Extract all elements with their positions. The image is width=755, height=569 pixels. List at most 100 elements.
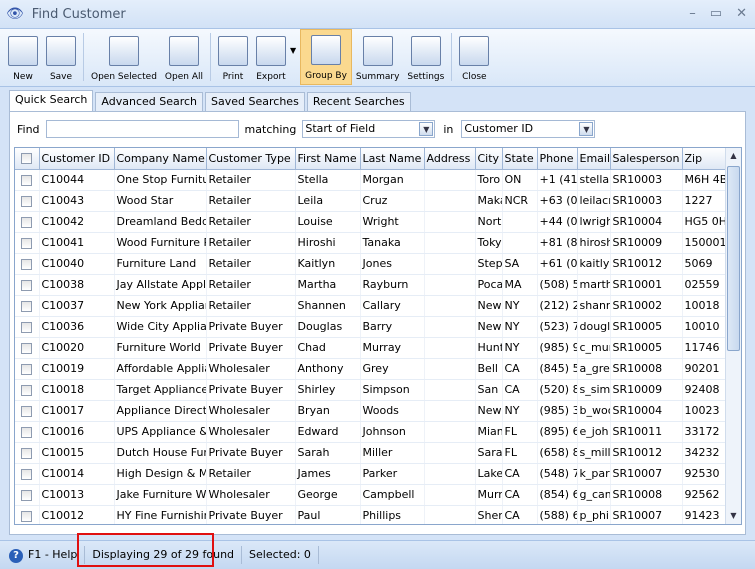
cell-company-name: New York Applianc <box>114 295 207 317</box>
row-checkbox-cell[interactable] <box>15 484 40 506</box>
column-header-salesperson[interactable]: Salesperson <box>610 148 683 170</box>
table-row[interactable]: C10044One Stop FurnitureRetailerStellaMo… <box>15 169 727 191</box>
print-button[interactable]: Print <box>214 29 252 85</box>
table-row[interactable]: C10041 Wood Furniture Pl Retailer Hiroshi Ta… <box>15 232 727 254</box>
table-row[interactable]: C10043Wood StarRetailerLeilaCruz MakaNCR+… <box>15 190 727 212</box>
row-checkbox[interactable] <box>21 468 33 480</box>
tab-advanced-search[interactable]: Advanced Search <box>95 92 204 111</box>
column-header-city[interactable]: City <box>475 148 503 170</box>
cell-first-name: Shirley <box>295 379 361 401</box>
row-checkbox[interactable] <box>21 258 33 270</box>
close-button[interactable]: Close <box>455 29 493 85</box>
row-checkbox-cell[interactable] <box>15 211 40 233</box>
row-checkbox[interactable] <box>21 279 33 291</box>
minimize-button[interactable]: – <box>689 6 696 21</box>
group-by-button[interactable]: Group By <box>300 29 352 85</box>
table-row[interactable]: C10020 Furniture World Private Buyer Chad Mu… <box>15 337 727 359</box>
row-checkbox[interactable] <box>21 510 33 522</box>
table-row[interactable]: C10016UPS Appliance & EWholesalerEdwardJ… <box>15 421 727 443</box>
cell-address <box>424 169 476 191</box>
new-button[interactable]: New <box>4 29 42 85</box>
table-row[interactable]: C10018 Target Appliances Private Buyer Shir… <box>15 379 727 401</box>
find-input[interactable] <box>45 120 239 138</box>
vertical-scrollbar[interactable]: ▲ ▼ <box>725 148 741 524</box>
scroll-down-arrow-icon[interactable]: ▼ <box>726 508 741 524</box>
row-checkbox-cell[interactable] <box>15 253 40 275</box>
cell-email: c_mur <box>577 337 611 359</box>
tab-recent-searches[interactable]: Recent Searches <box>306 92 411 111</box>
select-all-checkbox-cell[interactable] <box>15 148 40 170</box>
tab-quick-search[interactable]: Quick Search <box>9 90 94 111</box>
open-all-button[interactable]: Open All <box>161 29 207 85</box>
table-row[interactable]: C10019 Affordable Appliar Wholesaler Anthon… <box>15 358 727 380</box>
row-checkbox[interactable] <box>21 216 33 228</box>
row-checkbox-cell[interactable] <box>15 442 40 464</box>
row-checkbox[interactable] <box>21 405 33 417</box>
settings-button[interactable]: Settings <box>403 29 448 85</box>
row-checkbox-cell[interactable] <box>15 232 40 254</box>
row-checkbox-cell[interactable] <box>15 274 40 296</box>
column-header-phone[interactable]: Phone <box>537 148 578 170</box>
row-checkbox-cell[interactable] <box>15 379 40 401</box>
table-row[interactable]: C10015 Dutch House Furn Private Buyer Sarah… <box>15 442 727 464</box>
row-checkbox-cell[interactable] <box>15 400 40 422</box>
close-button[interactable]: ✕ <box>736 6 747 21</box>
scroll-thumb[interactable] <box>727 166 740 351</box>
column-header-email[interactable]: Email <box>577 148 611 170</box>
row-checkbox-cell[interactable] <box>15 190 40 212</box>
cell-customer-id: C10018 <box>39 379 115 401</box>
row-checkbox-cell[interactable] <box>15 463 40 485</box>
matching-select[interactable]: Start of Field ▼ <box>302 120 436 138</box>
row-checkbox[interactable] <box>21 426 33 438</box>
column-header-state[interactable]: State <box>502 148 538 170</box>
cell-email: marth <box>577 274 611 296</box>
table-row[interactable]: C10012HY Fine FurnishingPrivate BuyerPau… <box>15 505 727 524</box>
export-button[interactable]: Export <box>252 29 290 85</box>
row-checkbox[interactable] <box>21 321 33 333</box>
cell-customer-id: C10012 <box>39 505 115 524</box>
open-selected-button[interactable]: Open Selected <box>87 29 161 85</box>
row-checkbox[interactable] <box>21 384 33 396</box>
maximize-button[interactable]: ▭ <box>710 6 722 21</box>
row-checkbox-cell[interactable] <box>15 295 40 317</box>
save-button[interactable]: Save <box>42 29 80 85</box>
table-row[interactable]: C10040 Furniture Land Retailer Kaitlyn Jones… <box>15 253 727 275</box>
table-row[interactable]: C10038 Jay Allstate Applia Retailer Martha R… <box>15 274 727 296</box>
table-row[interactable]: C10017Appliance Direct, IWholesalerBryan… <box>15 400 727 422</box>
column-header-first-name[interactable]: First Name <box>295 148 361 170</box>
row-checkbox[interactable] <box>21 363 33 375</box>
row-checkbox-cell[interactable] <box>15 358 40 380</box>
row-checkbox[interactable] <box>21 342 33 354</box>
column-header-customer-id[interactable]: Customer ID <box>39 148 115 170</box>
row-checkbox-cell[interactable] <box>15 337 40 359</box>
table-row[interactable]: C10036 Wide City Applian Private Buyer Doug… <box>15 316 727 338</box>
summary-button[interactable]: Summary <box>352 29 404 85</box>
column-header-zip[interactable]: Zip <box>682 148 727 170</box>
row-checkbox[interactable] <box>21 195 33 207</box>
table-row[interactable]: C10042Dreamland BeddingRetailerLouiseWri… <box>15 211 727 233</box>
row-checkbox[interactable] <box>21 447 33 459</box>
table-row[interactable]: C10037New York AppliancRetailerShannenCa… <box>15 295 727 317</box>
row-checkbox[interactable] <box>21 237 33 249</box>
export-dropdown-arrow-icon[interactable]: ▼ <box>290 46 296 55</box>
column-header-last-name[interactable]: Last Name <box>360 148 425 170</box>
row-checkbox-cell[interactable] <box>15 421 40 443</box>
row-checkbox[interactable] <box>21 174 33 186</box>
row-checkbox-cell[interactable] <box>15 505 40 524</box>
row-checkbox[interactable] <box>21 489 33 501</box>
table-row[interactable]: C10014High Design & MfgRetailerJamesPark… <box>15 463 727 485</box>
column-header-address[interactable]: Address <box>424 148 476 170</box>
row-checkbox[interactable] <box>21 300 33 312</box>
column-header-customer-type[interactable]: Customer Type <box>206 148 296 170</box>
column-header-company-name[interactable]: Company Name <box>114 148 207 170</box>
tab-saved-searches[interactable]: Saved Searches <box>205 92 305 111</box>
scroll-up-arrow-icon[interactable]: ▲ <box>726 148 741 164</box>
select-all-checkbox[interactable] <box>21 153 33 165</box>
row-checkbox-cell[interactable] <box>15 169 40 191</box>
chevron-down-icon[interactable]: ▼ <box>579 122 594 136</box>
row-checkbox-cell[interactable] <box>15 316 40 338</box>
chevron-down-icon[interactable]: ▼ <box>419 122 434 136</box>
in-column-select[interactable]: Customer ID ▼ <box>461 120 596 138</box>
table-row[interactable]: C10013 Jake Furniture Wa Wholesaler George C… <box>15 484 727 506</box>
help-status[interactable]: ? F1 - Help <box>0 546 86 564</box>
